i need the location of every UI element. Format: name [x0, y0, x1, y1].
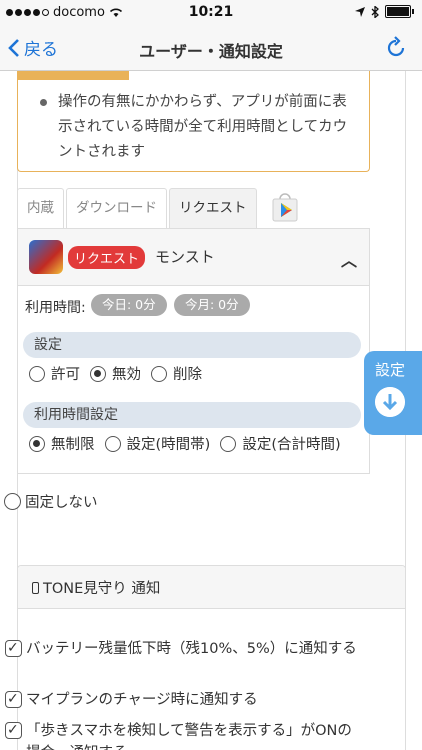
radio-circle-selected	[90, 365, 106, 382]
settings-radio-group: 許可 無効 削除	[29, 363, 212, 384]
play-store-bag-icon	[272, 193, 297, 222]
notify-walking-checkbox[interactable]: 「歩きスマホを検知して警告を表示する」がONの場合、通知する	[5, 719, 365, 750]
request-badge: リクエスト	[68, 246, 146, 269]
no-fix-option[interactable]: 固定しない	[4, 491, 98, 512]
app-name: モンスト	[155, 248, 215, 266]
floating-settings-label: 設定	[374, 361, 405, 379]
tab-request[interactable]: リクエスト	[169, 188, 257, 228]
radio-timeslot[interactable]: 設定(時間帯)	[104, 433, 211, 454]
tone-notify-title: TONE見守り 通知	[43, 581, 161, 597]
floating-settings-button[interactable]: 設定	[364, 351, 422, 435]
notice-box: 操作の有無にかかわらず、アプリが前面に表示されている時間が全て利用時間としてカウ…	[17, 71, 370, 172]
radio-circle	[4, 493, 21, 510]
checkbox-checked-icon	[5, 719, 22, 741]
radio-circle-selected	[29, 435, 45, 452]
radio-circle	[220, 435, 237, 452]
radio-label: 設定(合計時間)	[242, 437, 341, 453]
app-tabs: 内蔵 ダウンロード リクエスト	[17, 188, 305, 228]
notify-charge-checkbox[interactable]: マイプランのチャージ時に通知する	[5, 688, 365, 711]
radio-delete[interactable]: 削除	[151, 363, 202, 384]
app-icon	[29, 240, 63, 274]
radio-label: 無効	[112, 367, 141, 383]
checkbox-label: 「歩きスマホを検知して警告を表示する」がONの場合、通知する	[26, 723, 352, 750]
radio-label: 設定(時間帯)	[126, 437, 211, 453]
radio-total-time[interactable]: 設定(合計時間)	[220, 433, 341, 454]
checkbox-label: マイプランのチャージ時に通知する	[26, 692, 258, 708]
main-content: 操作の有無にかかわらず、アプリが前面に表示されている時間が全て利用時間としてカウ…	[0, 71, 422, 750]
battery-icon	[385, 5, 411, 18]
status-icons	[355, 5, 414, 18]
chevron-up-icon[interactable]: ︿	[341, 247, 357, 271]
checkbox-label: バッテリー残量低下時（残10%、5%）に通知する	[26, 641, 357, 657]
phone-icon	[32, 581, 39, 594]
app-card: リクエスト モンスト ︿ 利用時間: 今日: 0分 今月: 0分 設定 許可 無…	[17, 228, 370, 474]
bluetooth-icon	[371, 5, 379, 18]
app-card-header[interactable]: リクエスト モンスト ︿	[18, 229, 369, 286]
time-settings-radio-group: 無制限 設定(時間帯) 設定(合計時間)	[29, 433, 351, 454]
radio-disable[interactable]: 無効	[90, 363, 141, 384]
notice-header-bar	[17, 71, 129, 80]
radio-unlimited[interactable]: 無制限	[29, 433, 95, 454]
radio-circle	[151, 365, 167, 382]
radio-label: 許可	[51, 367, 80, 383]
tone-notify-title-wrap: TONE見守り 通知	[32, 577, 160, 598]
time-settings-heading: 利用時間設定	[23, 402, 361, 428]
radio-circle	[104, 435, 121, 452]
location-icon	[355, 6, 365, 17]
settings-heading: 設定	[23, 332, 361, 358]
checkbox-checked-icon	[5, 688, 22, 710]
radio-circle	[29, 365, 45, 382]
radio-label: 無制限	[51, 437, 95, 453]
usage-today-pill: 今日: 0分	[91, 294, 167, 316]
radio-label: 削除	[173, 367, 202, 383]
bullet	[40, 99, 47, 106]
page-title: ユーザー・通知設定	[139, 42, 283, 61]
navigation-bar: 戻る ユーザー・通知設定	[0, 26, 422, 71]
play-store-icon[interactable]	[265, 188, 305, 226]
refresh-icon[interactable]	[384, 35, 408, 59]
usage-month-pill: 今月: 0分	[174, 294, 250, 316]
usage-label: 利用時間:	[25, 300, 86, 316]
checkbox-checked-icon	[5, 637, 22, 659]
status-bar: docomo 10:21	[0, 0, 422, 26]
tab-builtin[interactable]: 内蔵	[17, 188, 64, 228]
notify-battery-checkbox[interactable]: バッテリー残量低下時（残10%、5%）に通知する	[5, 637, 365, 660]
notice-text: 操作の有無にかかわらず、アプリが前面に表示されている時間が全て利用時間としてカウ…	[58, 94, 348, 160]
radio-allow[interactable]: 許可	[29, 363, 80, 384]
arrow-down-circle-icon	[375, 387, 405, 417]
tab-download[interactable]: ダウンロード	[66, 188, 167, 228]
tone-notify-header: TONE見守り 通知	[18, 566, 405, 609]
no-fix-label: 固定しない	[25, 495, 98, 511]
